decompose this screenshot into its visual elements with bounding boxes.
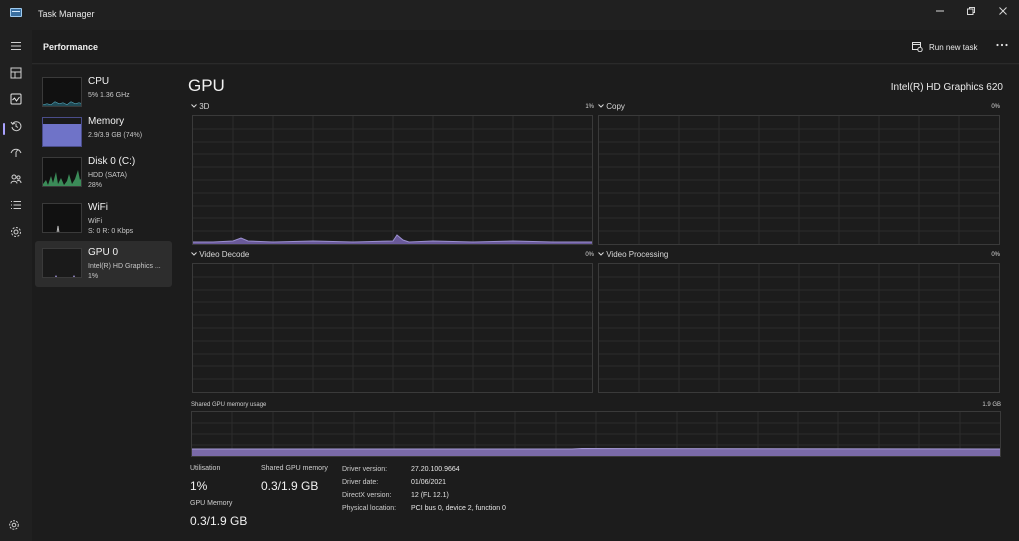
processes-icon[interactable] [8,65,24,81]
engine-percent: 0% [991,252,1000,258]
more-icon [996,43,1008,47]
services-icon[interactable] [8,224,24,240]
engine-3d-selector[interactable]: 3D [191,102,209,111]
run-task-icon [912,42,923,52]
navigation-rail [0,30,32,541]
engine-label: Copy [606,102,625,111]
device-detail: Intel(R) HD Graphics ... [88,263,161,270]
device-name: CPU [88,76,110,87]
engine-percent: 0% [991,104,1000,110]
graph-video-processing-plot [599,264,999,392]
graph-3d-plot [193,116,592,244]
minimize-icon [936,10,944,12]
gpu-memory-value: 0.3/1.9 GB [190,514,248,528]
minimize-button[interactable] [924,0,956,22]
page-title: Performance [43,42,99,52]
engine-label: 3D [199,102,210,111]
graph-3d [192,115,593,245]
engine-percent: 0% [585,252,594,258]
window-title: Task Manager [38,9,95,19]
startup-apps-icon[interactable] [8,144,24,160]
close-button[interactable] [987,0,1019,22]
info-key: Physical location: [342,505,397,512]
engine-label: Video Decode [199,250,250,259]
device-list: CPU 5% 1.36 GHz Memory 2.9/3.9 GB (74%) … [32,65,174,541]
users-icon[interactable] [8,171,24,187]
device-name: GPU 0 [88,247,119,258]
device-detail: 2.9/3.9 GB (74%) [88,132,143,139]
shared-memory-max: 1.9 GB [982,402,1001,408]
gpu-panel: GPU Intel(R) HD Graphics 620 3D 1% Copy … [174,65,1019,541]
engine-copy-selector[interactable]: Copy [598,102,625,111]
engine-video-decode-selector[interactable]: Video Decode [191,250,249,259]
memory-thumbnail [42,117,82,147]
device-detail: HDD (SATA) [88,172,128,179]
graph-copy [598,115,1000,245]
device-name: WiFi [88,202,108,213]
engine-label: Video Processing [606,250,669,259]
device-name: Memory [88,116,125,127]
disk-thumbnail [42,157,82,187]
details-icon[interactable] [8,197,24,213]
info-key: Driver date: [342,479,379,486]
driver-date-value: 01/06/2021 [411,479,447,486]
more-options-button[interactable] [995,39,1009,53]
restore-icon [967,7,975,15]
gpu-model: Intel(R) HD Graphics 620 [890,82,1003,93]
driver-version-value: 27.20.100.9664 [411,466,460,473]
device-detail: 1% [88,273,99,280]
cpu-thumbnail [42,77,82,107]
chevron-down-icon [598,252,604,256]
wifi-thumbnail [42,203,82,233]
engine-video-processing-selector[interactable]: Video Processing [598,250,668,259]
device-name: Disk 0 (C:) [88,156,136,167]
graph-shared-memory-plot [192,412,1001,456]
app-history-icon[interactable] [8,118,24,134]
directx-version-value: 12 (FL 12.1) [411,492,449,499]
device-item-gpu[interactable]: GPU 0 Intel(R) HD Graphics ... 1% [35,241,172,287]
performance-icon[interactable] [8,91,24,107]
gpu-title: GPU [188,76,225,95]
device-detail: 28% [88,182,103,189]
engine-percent: 1% [585,104,594,110]
utilisation-label: Utilisation [190,465,221,472]
chevron-down-icon [191,104,197,108]
device-item-wifi[interactable]: WiFi WiFi S: 0 R: 0 Kbps [35,196,172,242]
active-indicator [3,123,5,135]
info-key: DirectX version: [342,492,392,499]
graph-copy-plot [599,116,999,244]
page-header: Performance Run new task [32,30,1019,64]
physical-location-value: PCI bus 0, device 2, function 0 [411,505,506,512]
shared-memory-stat-label: Shared GPU memory [261,465,328,472]
task-manager-window: Task Manager Performance Run new task CP… [0,0,1019,541]
shared-memory-label: Shared GPU memory usage [191,402,267,408]
graph-video-decode-plot [193,264,592,392]
chevron-down-icon [191,252,197,256]
chevron-down-icon [598,104,604,108]
task-manager-icon [10,8,22,17]
device-detail: 5% 1.36 GHz [88,92,130,99]
title-bar: Task Manager [0,0,1019,30]
device-detail: WiFi [88,218,102,225]
shared-memory-stat-value: 0.3/1.9 GB [261,479,319,493]
device-detail: S: 0 R: 0 Kbps [88,228,134,235]
graph-shared-memory [191,411,1001,457]
gpu-memory-label: GPU Memory [190,500,233,507]
graph-video-processing [598,263,1000,393]
run-new-task-label: Run new task [929,42,978,52]
device-item-disk[interactable]: Disk 0 (C:) HDD (SATA) 28% [35,150,172,196]
settings-icon[interactable] [8,518,24,534]
run-new-task-button[interactable]: Run new task [912,39,977,55]
gpu-thumbnail [42,248,82,278]
close-icon [999,7,1007,15]
menu-icon[interactable] [8,38,24,54]
utilisation-value: 1% [190,479,208,493]
info-key: Driver version: [342,466,388,473]
graph-video-decode [192,263,593,393]
restore-button[interactable] [955,0,987,22]
